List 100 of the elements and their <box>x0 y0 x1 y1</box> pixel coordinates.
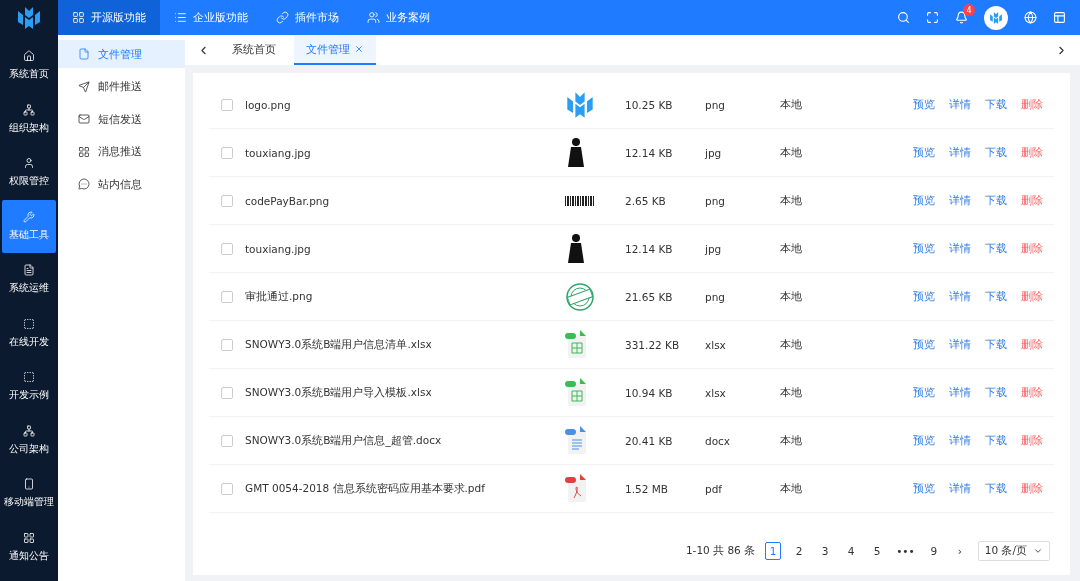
layout-icon[interactable] <box>1053 11 1066 24</box>
user-icon <box>23 157 35 170</box>
sidebar-item[interactable]: 系统运维 <box>2 253 56 307</box>
file-size-cell-text: 331.22 KB <box>625 338 681 351</box>
action-link[interactable]: 详情 <box>949 145 971 160</box>
action-link[interactable]: 预览 <box>913 289 935 304</box>
sidebar-item[interactable]: 权限管控 <box>2 146 56 200</box>
sidebar-item[interactable]: 通知公告 <box>2 520 56 574</box>
sidebar-item[interactable]: 开发示例 <box>2 360 56 414</box>
action-link[interactable]: 下载 <box>985 337 1007 352</box>
row-checkbox[interactable] <box>221 386 233 399</box>
sidebar-item[interactable]: 组织架构 <box>2 92 56 146</box>
action-link[interactable]: 删除 <box>1021 97 1043 112</box>
action-link[interactable]: 详情 <box>949 433 971 448</box>
fullscreen-icon[interactable] <box>926 11 939 24</box>
action-link[interactable]: 下载 <box>985 385 1007 400</box>
action-link[interactable]: 删除 <box>1021 193 1043 208</box>
action-link[interactable]: 下载 <box>985 289 1007 304</box>
file-icon <box>78 48 90 60</box>
sidebar-item[interactable]: 基础工具 <box>2 199 56 253</box>
submenu-item[interactable]: 文件管理 <box>58 40 185 68</box>
top-menu-item[interactable]: 业务案例 <box>353 0 444 35</box>
action-link[interactable]: 详情 <box>949 481 971 496</box>
row-checkbox[interactable] <box>221 146 233 159</box>
file-name-cell-text: logo.png <box>245 98 292 111</box>
row-checkbox[interactable] <box>221 482 233 495</box>
row-checkbox[interactable] <box>221 194 233 207</box>
sidebar-label: 通知公告 <box>9 548 49 563</box>
row-checkbox[interactable] <box>221 242 233 255</box>
page-button[interactable]: 1 <box>765 542 782 560</box>
bell-icon[interactable] <box>955 11 968 24</box>
submenu-item[interactable]: 短信发送 <box>58 105 185 133</box>
action-link[interactable]: 下载 <box>985 193 1007 208</box>
action-link[interactable]: 下载 <box>985 433 1007 448</box>
top-menu-item[interactable]: 开源版功能 <box>58 0 160 35</box>
storage-cell-text: 本地 <box>780 481 803 496</box>
action-link[interactable]: 预览 <box>913 481 935 496</box>
action-link[interactable]: 详情 <box>949 97 971 112</box>
submenu-label: 邮件推送 <box>98 79 142 94</box>
search-icon[interactable] <box>897 11 910 24</box>
action-link[interactable]: 下载 <box>985 241 1007 256</box>
action-link[interactable]: 删除 <box>1021 337 1043 352</box>
action-link[interactable]: 下载 <box>985 481 1007 496</box>
avatar[interactable] <box>984 5 1008 30</box>
action-link[interactable]: 详情 <box>949 337 971 352</box>
action-link[interactable]: 预览 <box>913 145 935 160</box>
action-link[interactable]: 删除 <box>1021 289 1043 304</box>
action-link[interactable]: 详情 <box>949 193 971 208</box>
action-link[interactable]: 详情 <box>949 289 971 304</box>
sidebar-item[interactable]: 系统首页 <box>2 39 56 93</box>
page-size-select[interactable]: 10 条/页 <box>977 541 1050 561</box>
page-button[interactable]: 2 <box>791 542 808 560</box>
sidebar-item[interactable]: 在线开发 <box>2 306 56 360</box>
page-button[interactable]: ••• <box>895 542 916 560</box>
page-button[interactable]: 4 <box>843 542 860 560</box>
action-link[interactable]: 预览 <box>913 193 935 208</box>
action-link[interactable]: 下载 <box>985 145 1007 160</box>
row-checkbox[interactable] <box>221 434 233 447</box>
submenu-label: 文件管理 <box>98 46 142 62</box>
page-button[interactable]: 3 <box>817 542 834 560</box>
file-type-cell-text: png <box>705 290 726 303</box>
action-link[interactable]: 预览 <box>913 337 935 352</box>
submenu-item[interactable]: 邮件推送 <box>58 72 185 101</box>
action-link[interactable]: 预览 <box>913 97 935 112</box>
file-type-cell-text: jpg <box>705 146 723 159</box>
page-tab[interactable]: 系统首页 <box>220 35 288 65</box>
action-link[interactable]: 预览 <box>913 385 935 400</box>
action-link[interactable]: 删除 <box>1021 241 1043 256</box>
globe-icon[interactable] <box>1024 11 1037 24</box>
page-button[interactable]: 9 <box>925 542 942 560</box>
file-type-icon <box>565 329 589 360</box>
row-checkbox[interactable] <box>221 338 233 351</box>
row-checkbox[interactable] <box>221 98 233 111</box>
submenu-item[interactable]: 消息推送 <box>58 137 185 166</box>
action-link[interactable]: 删除 <box>1021 433 1043 448</box>
action-link[interactable]: 预览 <box>913 241 935 256</box>
page-button[interactable]: 5 <box>869 542 886 560</box>
file-type-icon <box>565 473 589 504</box>
tab-label: 系统首页 <box>232 41 276 57</box>
action-link[interactable]: 预览 <box>913 433 935 448</box>
action-link[interactable]: 删除 <box>1021 145 1043 160</box>
sidebar-item[interactable]: 移动端管理 <box>2 467 56 521</box>
menu-label: 插件市场 <box>295 10 339 25</box>
action-link[interactable]: 下载 <box>985 97 1007 112</box>
action-link[interactable]: 删除 <box>1021 385 1043 400</box>
sidebar-item[interactable]: 公司架构 <box>2 413 56 467</box>
close-icon[interactable] <box>354 44 364 54</box>
next-page-button[interactable]: › <box>951 542 968 560</box>
action-link[interactable]: 详情 <box>949 385 971 400</box>
sidebar-label: 在线开发 <box>9 334 49 349</box>
row-checkbox[interactable] <box>221 290 233 303</box>
top-menu-item[interactable]: 企业版功能 <box>160 0 262 35</box>
action-link[interactable]: 详情 <box>949 241 971 256</box>
file-size-cell-text: 2.65 KB <box>625 194 667 207</box>
top-menu-item[interactable]: 插件市场 <box>262 0 353 35</box>
list-icon <box>174 11 187 24</box>
action-link[interactable]: 删除 <box>1021 481 1043 496</box>
page-tab[interactable]: 文件管理 <box>294 35 376 65</box>
link-icon <box>276 11 289 24</box>
submenu-item[interactable]: 站内信息 <box>58 170 185 198</box>
